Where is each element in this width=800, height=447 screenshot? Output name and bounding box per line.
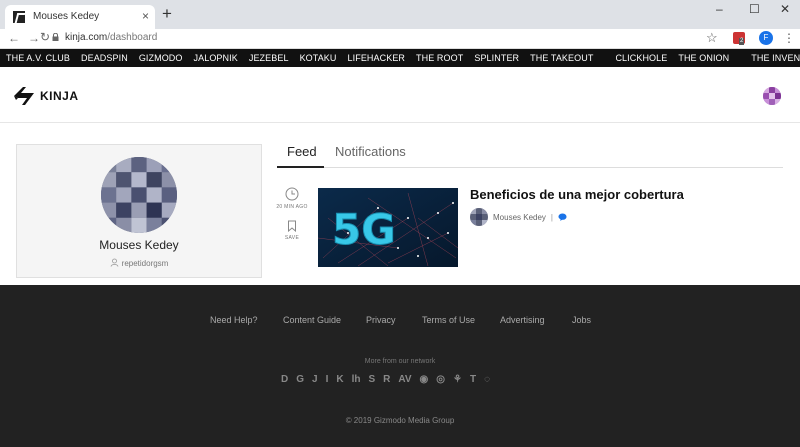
new-tab-button[interactable]: + (162, 5, 172, 23)
back-icon[interactable]: ← (8, 31, 20, 45)
network-nav-item[interactable]: THE TAKEOUT (530, 53, 593, 63)
reload-icon[interactable]: ↻ (40, 30, 50, 44)
active-tab-indicator (277, 166, 324, 168)
network-brand-icon[interactable]: S (368, 374, 375, 386)
maximize-button[interactable]: ☐ (749, 2, 760, 16)
network-brand-icon[interactable]: AV (398, 374, 411, 386)
copyright: © 2019 Gizmodo Media Group (345, 416, 455, 425)
network-brand-icon[interactable]: ◎ (436, 374, 445, 386)
footer-link-advertising[interactable]: Advertising (500, 315, 545, 325)
more-from-network: More from our network (364, 358, 436, 365)
footer-link-need-help[interactable]: Need Help? (210, 315, 258, 325)
url-host: kinja.com (65, 32, 108, 43)
forward-icon[interactable]: → (28, 31, 40, 45)
network-nav-item[interactable]: THE A.V. CLUB (6, 53, 70, 63)
network-nav-item[interactable]: CLICKHOLE (615, 53, 667, 63)
browser-toolbar: ← → ↻ kinja.com/dashboard ☆ 2 F ⋮ (0, 29, 800, 49)
footer-link-terms[interactable]: Terms of Use (422, 315, 475, 325)
tab-feed[interactable]: Feed (287, 144, 317, 159)
kinja-logo-icon (14, 87, 34, 105)
network-nav-item[interactable]: DEADSPIN (81, 53, 128, 63)
network-nav-item[interactable]: THE ROOT (416, 53, 463, 63)
footer-link-jobs[interactable]: Jobs (572, 315, 591, 325)
footer-link-content-guide[interactable]: Content Guide (283, 315, 341, 325)
footer-link-privacy[interactable]: Privacy (366, 315, 396, 325)
tab-close-icon[interactable]: × (142, 9, 149, 23)
network-nav-item[interactable]: GIZMODO (139, 53, 183, 63)
network-brand-icon[interactable]: J (312, 374, 318, 386)
browser-tab-strip: Mouses Kedey × + – ☐ ✕ (0, 0, 800, 29)
network-brand-icons: D G J I Klh S R AV ◉ ◎ ⚘ T ◌ (281, 374, 498, 386)
network-nav-item[interactable]: THE ONION (678, 53, 729, 63)
profile-avatar-icon (101, 157, 177, 233)
site-header: KINJA (0, 67, 800, 123)
logo-text: KINJA (40, 89, 79, 103)
5g-network-image: 5G (318, 188, 458, 267)
time-ago: 20 MIN AGO (276, 204, 308, 210)
user-avatar[interactable] (763, 87, 781, 105)
post-meta: 20 MIN AGO SAVE (274, 187, 310, 241)
profile-card: Mouses Kedey repetidorgsm (16, 144, 262, 278)
network-nav-item[interactable]: SPLINTER (474, 53, 519, 63)
author-name[interactable]: Mouses Kedey (493, 213, 546, 222)
feed-tabs: Feed Notifications (277, 143, 783, 168)
bookmark-star-icon[interactable]: ☆ (706, 30, 718, 46)
profile-avatar[interactable] (101, 157, 177, 233)
thumbnail-5g-text: 5G (332, 205, 396, 254)
page-content: KINJA Mouses Kedey repetidorgsm Feed Not… (0, 67, 800, 285)
profile-name: Mouses Kedey (99, 238, 179, 252)
close-window-button[interactable]: ✕ (780, 2, 790, 16)
extension-badge: 2 (739, 38, 745, 45)
comment-icon[interactable] (558, 213, 567, 221)
kinja-favicon-icon (13, 11, 25, 23)
profile-username[interactable]: repetidorgsm (17, 258, 261, 268)
browser-tab[interactable]: Mouses Kedey × (5, 5, 155, 29)
network-brand-icon[interactable]: G (296, 374, 304, 386)
author-separator: | (550, 212, 553, 222)
browser-menu-icon[interactable]: ⋮ (783, 30, 795, 46)
network-nav-item[interactable]: THE INVENTORY (751, 53, 800, 63)
minimize-button[interactable]: – (716, 2, 723, 16)
network-nav-item[interactable]: JALOPNIK (194, 53, 238, 63)
user-avatar-icon (763, 87, 781, 105)
author-avatar[interactable] (470, 208, 488, 226)
network-brand-icon[interactable]: T (470, 374, 476, 386)
network-brand-icon[interactable]: D (281, 374, 288, 386)
network-brand-icon[interactable]: ⚘ (453, 374, 462, 386)
network-brand-icon[interactable]: I (326, 374, 329, 386)
url-path: /dashboard (107, 32, 158, 43)
network-brand-icon[interactable]: K (336, 374, 343, 386)
post-title[interactable]: Beneficios de una mejor cobertura (470, 187, 684, 202)
save-label[interactable]: SAVE (274, 235, 310, 241)
network-brand-icon[interactable]: ◌ (484, 374, 490, 386)
clock-icon (285, 187, 299, 201)
address-bar[interactable]: kinja.com/dashboard (65, 32, 157, 43)
username-label: repetidorgsm (121, 259, 169, 268)
post-thumbnail[interactable]: 5G (318, 188, 458, 267)
network-nav-item[interactable]: KOTAKU (300, 53, 337, 63)
site-footer: Need Help? Content Guide Privacy Terms o… (0, 285, 800, 447)
tab-title: Mouses Kedey (33, 11, 100, 22)
author-avatar-icon (470, 208, 488, 226)
kinja-logo[interactable]: KINJA (12, 84, 79, 108)
network-nav: THE A.V. CLUB DEADSPIN GIZMODO JALOPNIK JEZE… (0, 49, 800, 67)
bookmark-icon[interactable] (287, 220, 297, 232)
user-icon (110, 258, 119, 267)
network-nav-item[interactable]: LIFEHACKER (348, 53, 406, 63)
network-brand-icon[interactable]: ◉ (420, 374, 429, 386)
network-brand-icon[interactable]: R (383, 374, 390, 386)
network-brand-icon[interactable]: lh (352, 374, 361, 386)
network-nav-item[interactable]: JEZEBEL (249, 53, 289, 63)
profile-avatar-icon[interactable]: F (759, 31, 773, 45)
tab-notifications[interactable]: Notifications (335, 144, 406, 159)
post-author: Mouses Kedey | (470, 208, 567, 226)
lock-icon (52, 33, 59, 41)
